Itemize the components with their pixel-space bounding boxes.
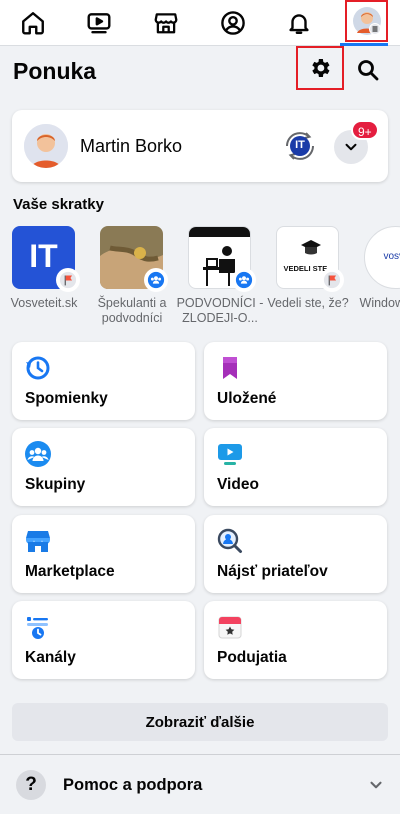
group-icon <box>144 268 168 292</box>
gear-icon <box>312 59 330 77</box>
home-icon <box>22 12 44 35</box>
switch-profile-badge: IT <box>295 139 305 151</box>
video-icon <box>87 13 111 34</box>
calendar-icon <box>218 616 242 639</box>
shortcut-label: Vosveteit.sk <box>10 296 78 310</box>
shortcuts-row: IT Vosveteit.sk Špekulanti a podvodníci … <box>0 224 400 334</box>
storefront-icon <box>26 531 50 552</box>
search-button[interactable] <box>352 54 384 86</box>
storefront-icon <box>154 13 178 34</box>
switch-profile-button[interactable]: IT <box>282 128 318 164</box>
bookmark-icon <box>223 357 237 379</box>
tile-label: Video <box>217 476 259 493</box>
tile-label: Podujatia <box>217 649 287 666</box>
bell-icon <box>289 14 309 34</box>
help-support-label: Pomoc a podpora <box>63 776 203 794</box>
profile-name: Martin Borko <box>80 136 183 156</box>
tile-kanaly[interactable]: Kanály <box>12 601 195 679</box>
tile-marketplace[interactable]: Marketplace <box>12 515 195 593</box>
help-support-row[interactable]: ? Pomoc a podpora <box>0 755 400 814</box>
shortcuts-title: Vaše skratky <box>13 196 104 213</box>
nav-video[interactable] <box>66 0 132 46</box>
top-navigation-bar <box>0 0 400 46</box>
tile-ulozene[interactable]: Uložené <box>204 342 387 420</box>
tile-label: Marketplace <box>25 563 115 580</box>
chevron-down-icon <box>345 143 357 151</box>
settings-button[interactable] <box>296 46 344 90</box>
profile-avatar-icon <box>352 7 381 35</box>
nav-menu-profile[interactable] <box>345 0 388 42</box>
tile-label: Uložené <box>217 390 277 407</box>
shortcut-label: Window trum <box>359 296 400 310</box>
shortcut-thumb-text: vosve <box>383 251 400 262</box>
tile-label: Kanály <box>25 649 76 666</box>
tile-label: Nájsť priateľov <box>217 563 328 580</box>
flag-icon <box>320 268 344 292</box>
tile-label: Skupiny <box>25 476 86 493</box>
tile-video[interactable]: Video <box>204 428 387 506</box>
nav-marketplace[interactable] <box>133 0 199 46</box>
page-title: Ponuka <box>13 58 97 84</box>
feeds-icon <box>27 617 48 639</box>
find-friends-icon <box>217 528 242 553</box>
notification-badge: 9+ <box>351 120 379 140</box>
tile-label: Spomienky <box>25 390 108 407</box>
nav-notifications[interactable] <box>266 0 332 46</box>
see-more-button[interactable]: Zobraziť ďalšie <box>12 703 388 741</box>
tile-najst-priatelov[interactable]: Nájsť priateľov <box>204 515 387 593</box>
shortcut-label: Vedeli ste, že? <box>267 296 349 310</box>
nav-home[interactable] <box>0 0 66 46</box>
video-icon <box>218 444 242 465</box>
shortcut-label: PODVODNÍCI -ZLODEJI-O... <box>176 296 264 325</box>
help-question-icon: ? <box>16 770 46 800</box>
tile-podujatia[interactable]: Podujatia <box>204 601 387 679</box>
shortcut-thumbnail: vosve <box>364 226 400 289</box>
group-icon <box>232 268 256 292</box>
shortcut-label: Špekulanti a podvodníci <box>97 296 167 325</box>
search-icon <box>358 60 379 81</box>
clock-history-icon <box>26 356 50 380</box>
profile-card[interactable]: Martin Borko IT 9+ <box>12 110 388 182</box>
nav-profile[interactable] <box>200 0 266 46</box>
groups-icon <box>25 441 51 467</box>
tile-spomienky[interactable]: Spomienky <box>12 342 195 420</box>
chevron-down-icon <box>370 781 382 789</box>
user-circle-icon <box>221 11 245 35</box>
tile-skupiny[interactable]: Skupiny <box>12 428 195 506</box>
flag-icon <box>56 268 80 292</box>
avatar <box>24 124 68 168</box>
